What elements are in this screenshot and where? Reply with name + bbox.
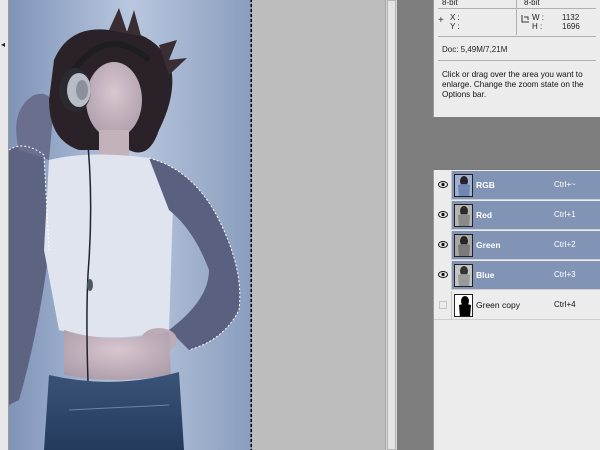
pasteboard-area [253,0,385,450]
info-tool-hint: Click or drag over the area you want to … [442,70,584,99]
info-bit-depth-right: 8-bit [524,0,540,7]
eye-icon [438,181,448,188]
marquee-size-icon [521,15,529,23]
info-divider [438,36,596,37]
channel-name: Blue [476,270,495,280]
channel-shortcut: Ctrl+3 [554,270,576,279]
channel-shortcut: Ctrl+1 [554,210,576,219]
info-h-label: H : [532,22,543,31]
info-palette: 8-bit 8-bit + X : Y : W : 1132 H : 1696 … [433,0,600,117]
channel-row-green-copy[interactable]: Green copy Ctrl+4 [434,291,600,320]
visibility-toggle[interactable] [434,171,452,200]
visibility-toggle[interactable] [434,201,452,230]
channel-thumbnail [454,204,473,227]
visibility-toggle[interactable] [434,291,452,320]
eye-icon [438,241,448,248]
scroll-left-arrow-icon[interactable]: ◂ [1,40,5,49]
info-y-label: Y : [450,22,460,31]
eye-icon [438,271,448,278]
visibility-toggle[interactable] [434,261,452,290]
channel-name: Red [476,210,493,220]
channel-thumbnail [454,174,473,197]
visibility-toggle[interactable] [434,231,452,260]
info-x-label: X : [450,13,460,22]
crosshair-icon: + [438,15,444,26]
scrollbar-thumb[interactable] [387,0,396,450]
channel-name: Green copy [476,300,520,310]
channel-thumbnail [454,264,473,287]
document-vertical-scrollbar[interactable] [385,0,397,450]
info-doc-size: Doc: 5,49M/7,21M [442,45,508,54]
channel-shortcut: Ctrl+2 [554,240,576,249]
document-window: ◂ [0,0,253,450]
channel-name: Green [476,240,501,250]
channel-name: RGB [476,180,495,190]
channel-thumbnail [454,294,473,317]
info-divider [438,8,596,9]
info-bit-depth-left: 8-bit [442,0,458,7]
info-divider [438,60,596,61]
hidden-eye-placeholder-icon [439,301,447,309]
info-column-divider [516,0,517,35]
channel-row-blue[interactable]: Blue Ctrl+3 [434,261,600,290]
info-h-value: 1696 [562,22,580,31]
channels-palette: RGB Ctrl+~ Red Ctrl+1 Green Ctrl+2 Blue … [433,170,600,450]
channel-shortcut: Ctrl+~ [554,180,576,189]
channel-row-green[interactable]: Green Ctrl+2 [434,231,600,260]
channel-thumbnail [454,234,473,257]
channel-row-rgb[interactable]: RGB Ctrl+~ [434,171,600,200]
info-w-label: W : [532,13,544,22]
document-left-edge: ◂ [0,0,9,450]
document-canvas-photo[interactable] [9,0,252,450]
info-w-value: 1132 [562,13,580,22]
channel-shortcut: Ctrl+4 [554,300,576,309]
eye-icon [438,211,448,218]
channel-row-red[interactable]: Red Ctrl+1 [434,201,600,230]
